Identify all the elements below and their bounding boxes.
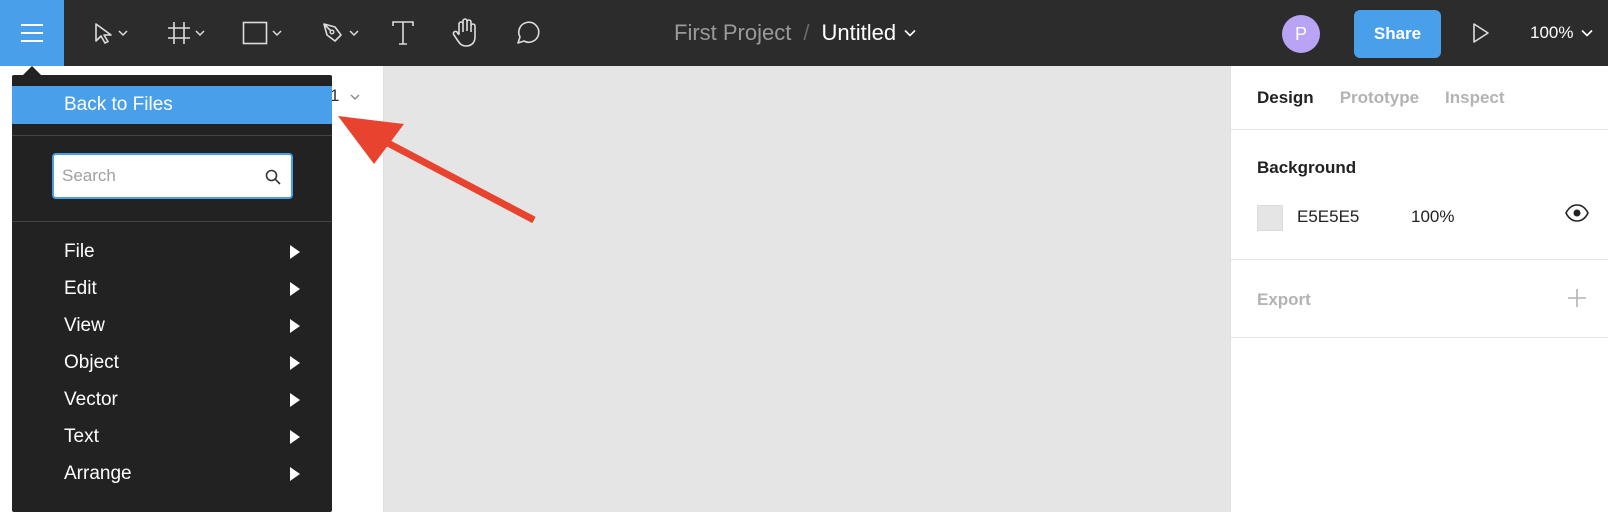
hand-tool-button[interactable] [450,0,482,66]
pen-tool-button[interactable] [314,0,366,66]
background-title: Background [1257,158,1357,177]
submenu-arrow-icon [290,356,300,370]
background-opacity-value[interactable]: 100% [1411,207,1454,227]
tab-design[interactable]: Design [1257,88,1314,108]
rectangle-icon [242,21,268,45]
comment-icon [517,21,540,44]
chevron-down-icon [1581,29,1594,37]
background-section: Background E5E5E5 100% [1231,130,1608,260]
chevron-down-icon [272,30,282,37]
menu-item-edit[interactable]: Edit [12,270,332,307]
submenu-arrow-icon [290,282,300,296]
project-name[interactable]: First Project [674,20,791,46]
avatar[interactable]: P [1282,15,1320,53]
tab-inspect[interactable]: Inspect [1445,88,1505,108]
properties-panel: Design Prototype Inspect Background E5E5… [1230,66,1608,512]
menu-search-input[interactable] [62,165,252,187]
play-icon [1473,23,1489,43]
menu-item-arrange[interactable]: Arrange [12,455,332,492]
menu-divider [12,221,332,222]
menu-item-object[interactable]: Object [12,344,332,381]
menu-item-text[interactable]: Text [12,418,332,455]
plus-icon[interactable] [1567,288,1587,308]
main-menu: Back to Files File Edit View Object Vect… [12,75,332,512]
text-icon [392,21,414,45]
menu-item-label: Vector [64,388,118,410]
export-section: Export [1231,260,1608,338]
annotation-arrow-icon [338,116,536,224]
background-hex-value[interactable]: E5E5E5 [1297,207,1359,227]
submenu-arrow-icon [290,319,300,333]
panel-tabs: Design Prototype Inspect [1231,66,1608,130]
back-to-files-item[interactable]: Back to Files [12,86,332,124]
pen-icon [323,23,342,42]
tab-prototype[interactable]: Prototype [1340,88,1419,108]
main-menu-button[interactable] [0,0,64,66]
text-tool-button[interactable] [388,0,418,66]
comment-tool-button[interactable] [512,0,544,66]
menu-item-view[interactable]: View [12,307,332,344]
menu-item-label: Text [64,425,99,447]
submenu-arrow-icon [290,430,300,444]
move-tool-button[interactable] [84,0,136,66]
menu-item-label: Edit [64,277,97,299]
background-color-swatch[interactable] [1257,205,1283,231]
menu-item-vector[interactable]: Vector [12,381,332,418]
eye-icon[interactable] [1565,204,1589,222]
chevron-down-icon [349,30,359,37]
file-name[interactable]: Untitled [821,20,896,46]
chevron-down-icon[interactable] [904,29,916,37]
export-title: Export [1257,290,1311,309]
menu-item-label: Object [64,351,119,373]
chevron-down-icon [195,30,205,37]
menu-icon [21,24,43,42]
hand-icon [452,18,476,47]
chevron-down-icon [118,30,128,37]
page-selector[interactable]: 1 [330,86,360,106]
submenu-arrow-icon [290,467,300,481]
submenu-arrow-icon [290,393,300,407]
menu-item-label: View [64,314,105,336]
title-separator: / [803,20,810,45]
top-toolbar: First Project / Untitled P Share 100% [0,0,1608,66]
menu-divider [12,135,332,136]
menu-item-label: File [64,240,95,262]
move-icon [95,23,112,44]
chevron-down-icon [350,94,360,100]
zoom-dropdown[interactable]: 100% [1530,0,1594,66]
menu-item-file[interactable]: File [12,233,332,270]
shape-tool-button[interactable] [234,0,290,66]
zoom-level: 100% [1530,23,1574,42]
menu-item-label: Arrange [64,462,132,484]
search-icon [265,169,281,185]
menu-search-box[interactable] [52,153,293,199]
frame-icon [168,22,190,44]
share-button[interactable]: Share [1354,10,1441,58]
submenu-arrow-icon [290,245,300,259]
file-title: First Project / Untitled [674,0,916,66]
frame-tool-button[interactable] [160,0,212,66]
present-button[interactable] [1466,0,1496,66]
